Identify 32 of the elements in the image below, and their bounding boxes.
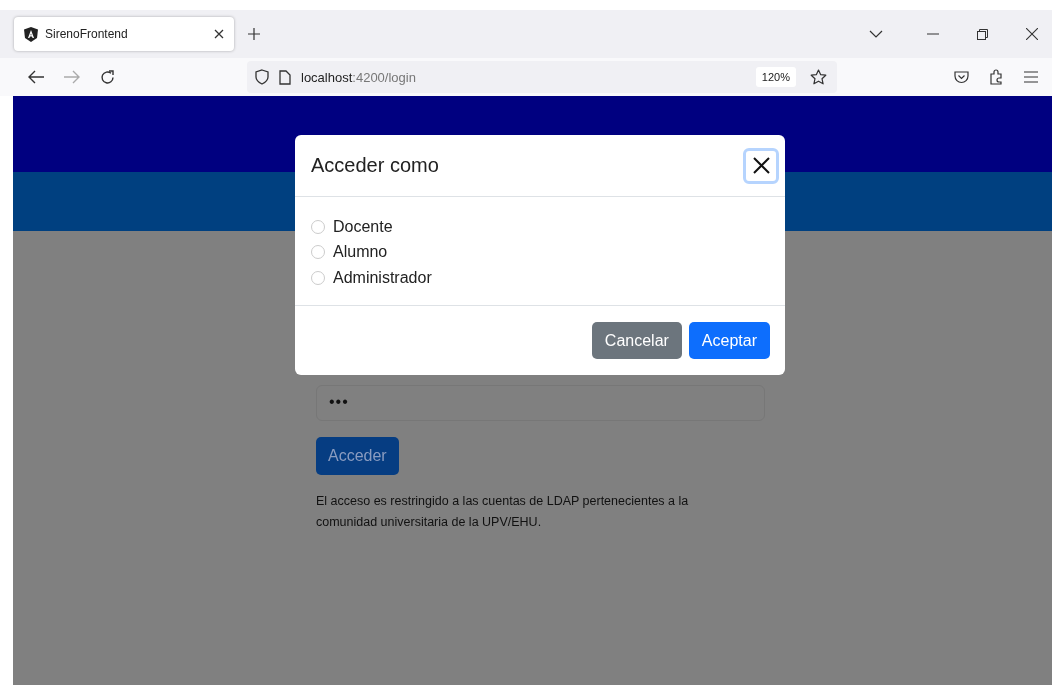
accept-button[interactable]: Aceptar	[688, 322, 770, 359]
chevron-down-icon[interactable]	[869, 30, 883, 38]
star-icon[interactable]	[810, 69, 827, 85]
shield-icon	[255, 69, 269, 85]
dialog-title: Acceder como	[311, 154, 439, 177]
menu-icon[interactable]	[1024, 71, 1038, 83]
pocket-icon[interactable]	[954, 70, 969, 84]
option-label[interactable]: Administrador	[333, 268, 432, 287]
plus-icon[interactable]	[248, 28, 260, 40]
browser-tab[interactable]: SirenoFrontend	[14, 17, 234, 51]
close-button[interactable]	[743, 147, 779, 184]
close-icon[interactable]	[1026, 28, 1038, 40]
login-button[interactable]: Acceder	[316, 437, 399, 475]
option-label[interactable]: Alumno	[333, 243, 388, 262]
reload-icon[interactable]	[100, 69, 115, 85]
address-bar[interactable]: localhost:4200/login 120%	[247, 61, 837, 93]
zoom-level[interactable]: 120%	[755, 67, 796, 87]
option-label[interactable]: Docente	[333, 217, 393, 236]
password-field[interactable]: •••	[316, 385, 765, 421]
back-arrow-icon[interactable]	[28, 70, 44, 84]
url-text: localhost:4200/login	[301, 69, 416, 85]
close-icon[interactable]	[752, 157, 770, 174]
close-icon[interactable]	[214, 29, 224, 39]
cancel-button[interactable]: Cancelar	[591, 322, 682, 359]
extensions-icon[interactable]	[989, 69, 1004, 85]
page-icon	[279, 69, 291, 85]
radio-button[interactable]	[311, 245, 325, 260]
shield-logo-icon	[24, 26, 38, 42]
radio-button[interactable]	[311, 219, 325, 234]
notice-text: El acceso es restringido a las cuentas de LDAP pertenecientes a la comunidad universitaria de la UPV/EHU.	[316, 493, 690, 531]
restore-icon[interactable]	[977, 28, 988, 40]
radio-button[interactable]	[311, 270, 325, 285]
